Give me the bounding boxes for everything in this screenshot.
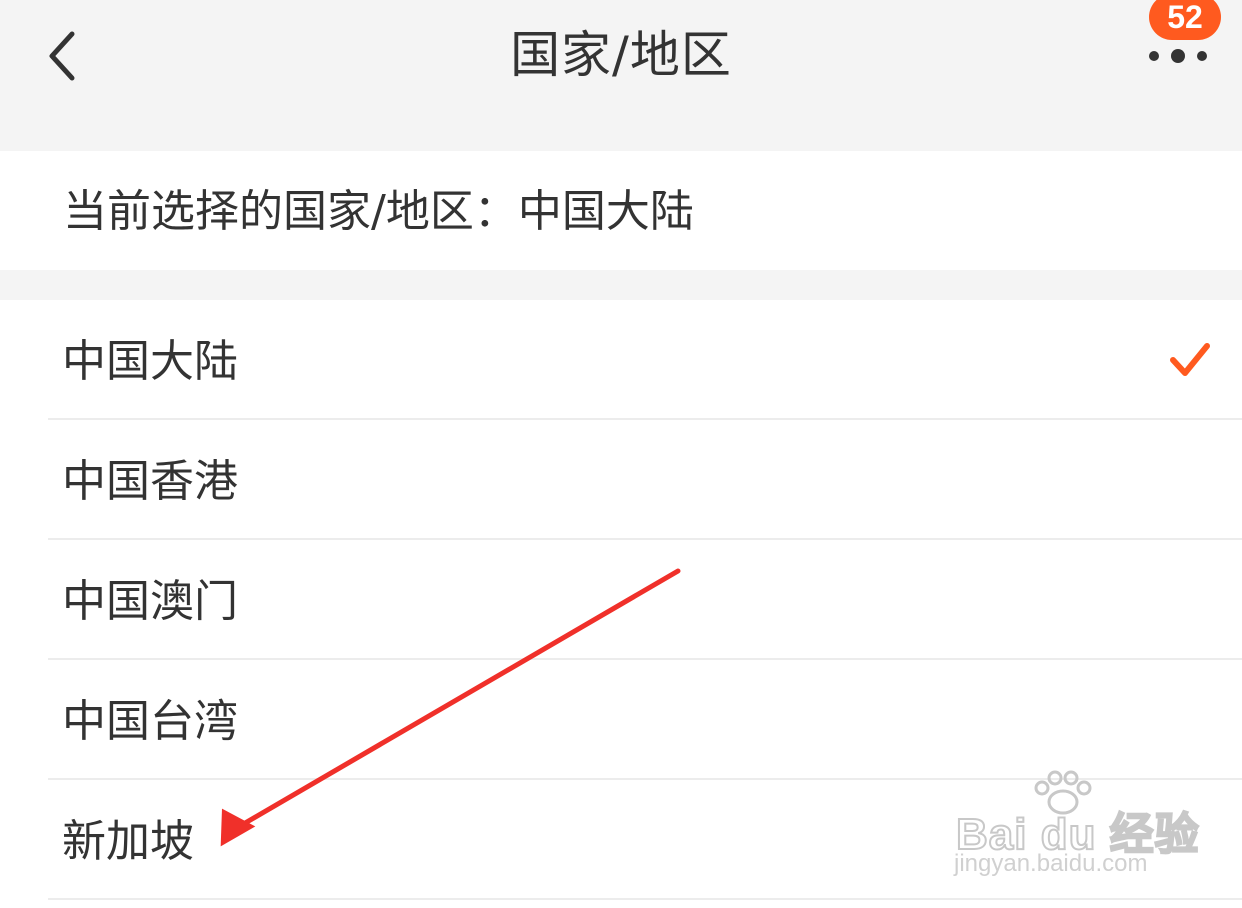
region-item-taiwan[interactable]: 中国台湾	[0, 660, 1242, 780]
region-label: 中国澳门	[62, 576, 238, 627]
region-item-macau[interactable]: 中国澳门	[0, 540, 1242, 660]
watermark-url: jingyan.baidu.com	[954, 850, 1148, 877]
navigation-bar: 国家/地区 52	[0, 0, 1242, 150]
region-label: 中国香港	[62, 456, 238, 507]
region-item-mainland[interactable]: 中国大陆	[0, 300, 1242, 420]
checkmark-icon	[1170, 343, 1210, 376]
current-selection-text: 当前选择的国家/地区：中国大陆	[63, 186, 694, 237]
current-selection-panel: 当前选择的国家/地区：中国大陆	[0, 151, 1242, 270]
region-label: 新加坡	[62, 816, 194, 867]
divider	[48, 898, 1242, 900]
page-title: 国家/地区	[510, 26, 732, 84]
region-label: 中国台湾	[62, 696, 238, 747]
region-item-hongkong[interactable]: 中国香港	[0, 420, 1242, 540]
region-label: 中国大陆	[62, 336, 238, 387]
notification-badge: 52	[1149, 0, 1221, 40]
watermark: Bai du 经验 jingyan.baidu.com	[950, 770, 1200, 882]
more-dots-icon	[1149, 49, 1207, 63]
